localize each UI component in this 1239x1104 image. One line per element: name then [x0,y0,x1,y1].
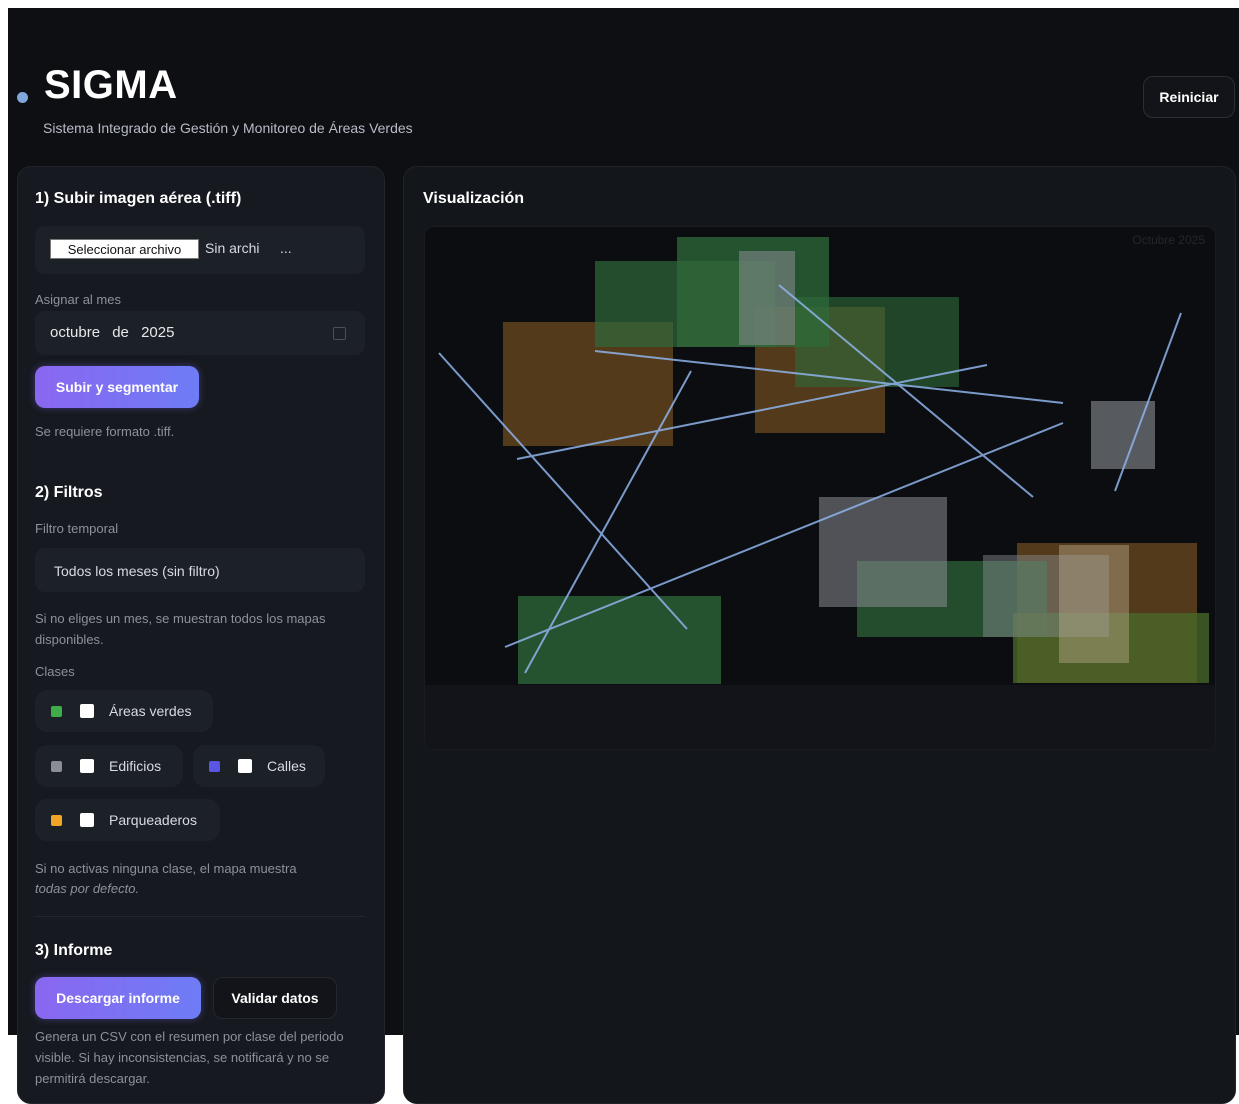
green-area-region [518,596,721,684]
building-region [1059,545,1129,663]
classes-note-line-1: Si no activas ninguna clase, el mapa mue… [35,861,297,876]
month-label: Asignar al mes [35,292,121,307]
visualization-title: Visualización [423,190,525,207]
status-dot-icon [17,92,28,103]
upload-segment-button[interactable]: Subir y segmentar [35,366,199,408]
format-note: Se requiere formato .tiff. [35,424,175,439]
validate-data-button[interactable]: Validar datos [213,977,337,1019]
segmentation-map [438,237,1209,684]
class-chip-green-areas[interactable]: Áreas verdes [35,690,213,732]
file-status: Sin archi [205,240,260,256]
green-areas-label: Áreas verdes [109,703,192,719]
streets-checkbox[interactable] [238,759,252,773]
map-canvas[interactable]: Octubre 2025 [424,226,1216,750]
month-picker-value: octubre de 2025 [50,324,174,341]
map-month-overlay: Octubre 2025 [1132,233,1205,247]
filters-section-title: 2) Filtros [35,484,103,501]
calendar-icon[interactable] [333,327,346,340]
streets-label: Calles [267,758,306,774]
section-divider [35,916,365,917]
report-note: Genera un CSV con el resumen por clase d… [35,1029,344,1086]
green-areas-checkbox[interactable] [80,704,94,718]
buildings-checkbox[interactable] [80,759,94,773]
parking-label: Parqueaderos [109,812,197,828]
month-value: octubre [50,324,101,341]
blue-swatch-icon [209,761,220,772]
choose-file-button[interactable]: Seleccionar archivo [50,239,199,259]
upload-section-title: 1) Subir imagen aérea (.tiff) [35,190,242,207]
app-subtitle: Sistema Integrado de Gestión y Monitoreo… [43,120,413,136]
gray-swatch-icon [51,761,62,772]
app-title: SIGMA [44,63,178,107]
report-section-title: 3) Informe [35,942,113,959]
classes-note-line-2: todas por defecto. [35,881,140,896]
month-separator: de [112,324,129,341]
green-swatch-icon [51,706,62,717]
download-report-button[interactable]: Descargar informe [35,977,201,1019]
buildings-label: Edificios [109,758,162,774]
green-area-region [795,297,959,387]
temporal-filter-label: Filtro temporal [35,521,119,536]
class-chip-parking[interactable]: Parqueaderos [35,799,220,841]
classes-label: Clases [35,664,75,679]
file-status-ellipsis: ... [280,240,292,256]
temporal-filter-note: Si no eliges un mes, se muestran todos l… [35,611,326,647]
parking-checkbox[interactable] [80,813,94,827]
reset-button[interactable]: Reiniciar [1143,76,1235,118]
year-value: 2025 [141,324,175,341]
class-chip-buildings[interactable]: Edificios [35,745,183,787]
class-chip-streets[interactable]: Calles [193,745,325,787]
building-region [739,251,795,345]
temporal-filter-value: Todos los meses (sin filtro) [54,563,220,579]
orange-swatch-icon [51,815,62,826]
